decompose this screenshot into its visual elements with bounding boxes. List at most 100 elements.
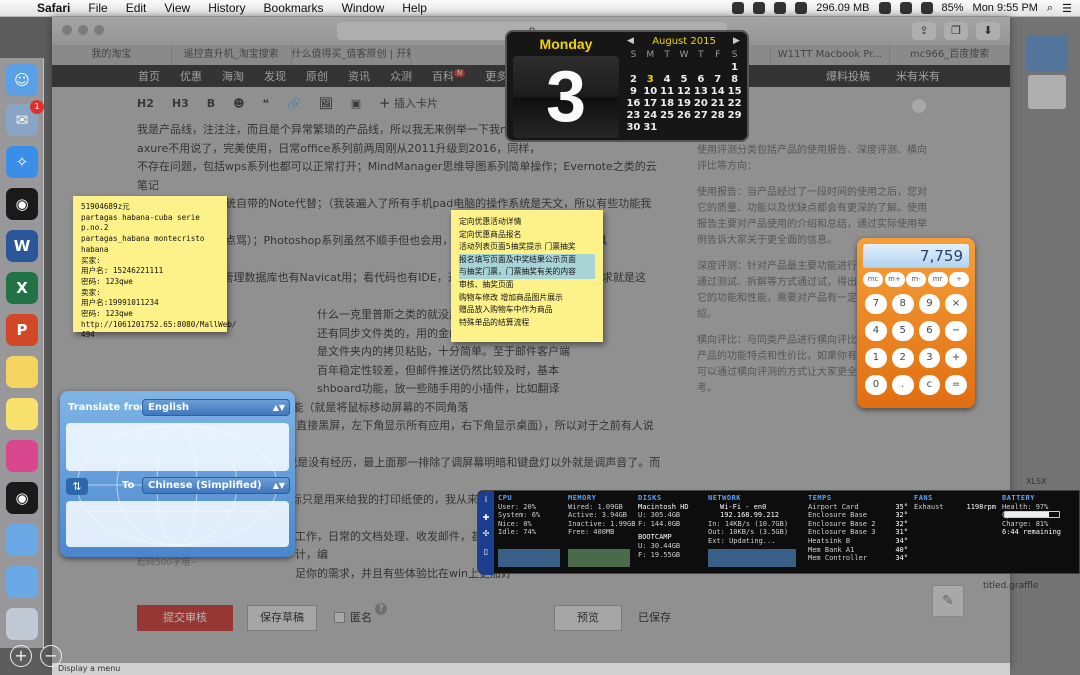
calendar-day[interactable]: 30	[625, 122, 642, 133]
istat-widget[interactable]: i ✚ ✣ ▯ CPU User: 20% System: 6% Nice: 0…	[477, 490, 1080, 575]
calculator-key[interactable]: 5	[891, 321, 914, 341]
calendar-day[interactable]: 22	[726, 98, 743, 109]
move-icon[interactable]: ✣	[481, 529, 491, 539]
menu-window[interactable]: Window	[333, 1, 394, 15]
qq-icon[interactable]: ◉	[6, 188, 38, 220]
calendar-day[interactable]: 8	[726, 74, 743, 85]
volume-icon[interactable]	[920, 2, 933, 14]
translation-widget[interactable]: Translate from English ▲▼ ⇅ To Chinese (S…	[60, 391, 295, 557]
calculator-key[interactable]: 7	[865, 294, 887, 314]
calendar-day[interactable]: 19	[676, 98, 693, 109]
photo-icon[interactable]	[6, 440, 38, 472]
excel-icon[interactable]: X	[6, 272, 38, 304]
calculator-memory-key[interactable]: mc	[863, 272, 883, 287]
menu-bookmarks[interactable]: Bookmarks	[255, 1, 333, 15]
calendar-day[interactable]: 4	[659, 74, 676, 85]
calculator-memory-key[interactable]: mr	[927, 272, 948, 287]
calendar-day[interactable]: 7	[709, 74, 726, 85]
memory-readout[interactable]: 296.09 MB	[816, 2, 869, 14]
calendar-day[interactable]: 11	[659, 86, 676, 97]
desktop-file-label[interactable]: XLSX	[1026, 477, 1047, 486]
stickies-icon[interactable]	[6, 398, 38, 430]
sticky-note[interactable]: 定向优惠活动详情 定向优惠商品报名 活动列表页面5抽奖提示 门票抽奖 报名填写页面及中…	[451, 210, 603, 342]
calculator-widget[interactable]: 7,759 mc m+ m-mr ÷ 7 8 9 × 4 5 6− 1 2 3 +0. c =	[857, 238, 975, 408]
calendar-day[interactable]: 17	[642, 98, 659, 109]
menu-help[interactable]: Help	[393, 1, 436, 15]
calculator-key[interactable]: =	[945, 375, 967, 395]
calendar-day[interactable]: 12	[676, 86, 693, 97]
calendar-day[interactable]: 26	[676, 110, 693, 121]
menu-history[interactable]: History	[199, 1, 254, 15]
calculator-key[interactable]: c	[918, 375, 941, 395]
finder-icon[interactable]: ☺	[6, 64, 38, 96]
calculator-key[interactable]: .	[891, 375, 914, 395]
calendar-day[interactable]: 29	[726, 110, 743, 121]
calculator-key[interactable]: −	[945, 321, 967, 341]
calendar-day[interactable]: 14	[709, 86, 726, 97]
battery-percent[interactable]: 85%	[942, 2, 964, 14]
calculator-key[interactable]: 6	[918, 321, 941, 341]
calendar-day[interactable]: 13	[692, 86, 709, 97]
menu-edit[interactable]: Edit	[117, 1, 156, 15]
folder-icon[interactable]	[6, 524, 38, 556]
calendar-day[interactable]: 24	[642, 110, 659, 121]
bluetooth-icon[interactable]	[878, 2, 891, 14]
calculator-key[interactable]: 8	[891, 294, 914, 314]
calendar-day[interactable]: 18	[659, 98, 676, 109]
source-text-input[interactable]	[66, 423, 289, 471]
clock[interactable]: Mon 9:55 PM	[973, 2, 1038, 14]
calculator-key[interactable]: ×	[945, 294, 967, 314]
calculator-memory-key[interactable]: ÷	[949, 272, 969, 287]
sticky-note[interactable]: 51904689z元 partagas habana-cuba serie p.n…	[73, 196, 236, 339]
calendar-day[interactable]: 31	[642, 122, 659, 133]
calculator-key[interactable]: 0	[865, 375, 887, 395]
calendar-day[interactable]: 6	[692, 74, 709, 85]
device-icon[interactable]: ▯	[481, 547, 491, 557]
calendar-day[interactable]: 20	[692, 98, 709, 109]
qq-icon[interactable]: ◉	[6, 482, 38, 514]
info-icon[interactable]: i	[481, 495, 491, 505]
calendar-day[interactable]: 2	[625, 74, 642, 85]
target-language-select[interactable]: Chinese (Simplified) ▲▼	[142, 477, 290, 494]
app-tray-icon[interactable]	[795, 2, 808, 14]
app-tray-icon[interactable]	[774, 2, 787, 14]
calendar-day[interactable]: 1	[726, 62, 743, 73]
calculator-key[interactable]: 3	[918, 348, 941, 368]
calculator-key[interactable]: 9	[918, 294, 941, 314]
calendar-day[interactable]: 9	[625, 86, 642, 97]
remove-widget-button[interactable]: −	[40, 645, 62, 667]
settings-icon[interactable]: ✚	[481, 513, 491, 523]
desktop-file-label[interactable]: titled.graffle	[983, 581, 1038, 591]
calendar-widget[interactable]: Monday 3 ◀ ▶ August 2015 SMTWTFS 1234567…	[505, 30, 749, 142]
calendar-day[interactable]: 3	[642, 74, 659, 85]
menu-file[interactable]: File	[79, 1, 116, 15]
calendar-day[interactable]: 28	[709, 110, 726, 121]
calendar-day[interactable]: 10	[642, 86, 659, 97]
menu-app-safari[interactable]: Safari	[28, 1, 79, 15]
calculator-memory-key[interactable]: m+	[884, 272, 905, 287]
word-icon[interactable]: W	[6, 230, 38, 262]
qq-tray-icon[interactable]	[753, 2, 766, 14]
search-icon[interactable]: ⌕	[1047, 2, 1053, 15]
calculator-key[interactable]: +	[945, 348, 967, 368]
calendar-day[interactable]: 23	[625, 110, 642, 121]
notification-center-icon[interactable]: ☰	[1062, 2, 1072, 15]
wifi-icon[interactable]	[899, 2, 912, 14]
folder-icon[interactable]	[6, 566, 38, 598]
calendar-day[interactable]: 16	[625, 98, 642, 109]
calendar-day[interactable]: 15	[726, 86, 743, 97]
calculator-key[interactable]: 4	[865, 321, 887, 341]
calendar-day[interactable]: 5	[676, 74, 693, 85]
qq-tray-icon[interactable]	[732, 2, 745, 14]
add-widget-button[interactable]: +	[10, 645, 32, 667]
swap-languages-button[interactable]: ⇅	[66, 478, 88, 495]
calculator-memory-key[interactable]: m-	[906, 272, 926, 287]
calendar-day[interactable]: 27	[692, 110, 709, 121]
calendar-day[interactable]: 21	[709, 98, 726, 109]
powerpoint-icon[interactable]: P	[6, 314, 38, 346]
source-language-select[interactable]: English ▲▼	[142, 399, 290, 416]
safari-icon[interactable]: ✧	[6, 146, 38, 178]
notes-icon[interactable]	[6, 356, 38, 388]
menu-view[interactable]: View	[155, 1, 199, 15]
calculator-key[interactable]: 1	[865, 348, 887, 368]
